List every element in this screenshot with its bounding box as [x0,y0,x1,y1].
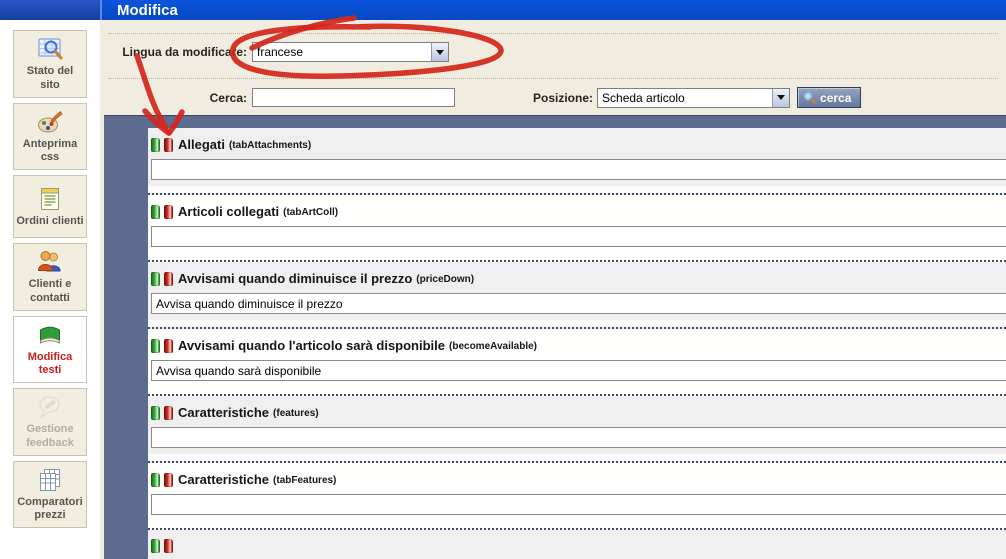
search-input[interactable] [252,88,455,107]
row-label: Allegati (tabAttachments) [151,137,1006,152]
green-book-flag-icon [151,472,160,487]
row-title: Articoli collegati [178,204,280,219]
green-book-icon [36,321,64,349]
translation-input[interactable] [151,159,1006,180]
translation-input[interactable] [151,427,1006,448]
position-label: Posizione: [533,90,594,105]
translation-input[interactable] [151,226,1006,247]
row-label: Caratteristiche (features) [151,405,1006,420]
green-book-flag-icon [151,539,160,553]
site-status-icon [36,35,64,63]
sidebar-item-stato-del-sito[interactable]: Stato del sito [13,30,87,98]
sidebar-item-ordini-clienti[interactable]: Ordini clienti [13,175,87,238]
row-code: (tabAttachments) [228,140,312,151]
sidebar-item-label: Stato del sito [26,65,74,91]
sidebar-header-bar [0,0,100,20]
row-code: (features) [273,408,319,419]
search-button[interactable]: cerca [797,87,862,108]
text-entry-row: Articoli collegati (tabArtColl) [148,195,1006,262]
red-book-flag-icon [164,137,173,152]
row-label: Avvisami quando diminuisce il prezzo (pr… [151,271,1006,286]
row-label [151,539,1006,553]
page-title: Modifica [117,1,178,19]
row-title: Allegati [178,137,225,152]
orders-icon [36,185,64,213]
row-title: Caratteristiche [178,405,270,420]
sidebar-item-label: Modifica testi [27,350,73,377]
red-book-flag-icon [164,472,173,487]
text-entry-row: Avvisami quando l'articolo sarà disponib… [148,329,1006,396]
sidebar-item-label: Gestione feedback [26,423,74,449]
text-entry-row: Caratteristiche (features) [148,396,1006,463]
page-header: Modifica [100,0,1006,20]
chevron-down-icon [436,49,444,55]
text-entry-row: Avvisami quando diminuisce il prezzo (pr… [148,262,1006,329]
sidebar-item-comparatori-prezzi[interactable]: Comparatori prezzi [13,460,87,528]
price-grid-icon [36,466,64,494]
language-label: Lingua da modificare: [122,45,247,59]
translation-input[interactable] [151,293,1006,314]
sidebar-item-label: Ordini clienti [16,214,84,227]
row-label: Articoli collegati (tabArtColl) [151,204,1006,219]
toolbar: Lingua da modificare: francese Cerca: Po… [100,33,1006,108]
row-code: (becomeAvailable) [449,341,538,352]
contacts-icon [36,248,64,276]
row-title: Avvisami quando diminuisce il prezzo [178,271,413,286]
green-book-flag-icon [151,137,160,152]
row-label: Caratteristiche (tabFeatures) [151,472,1006,487]
sidebar: Stato del sito Anteprima css Ordini clie… [0,0,100,559]
text-entry-row [148,530,1006,559]
sidebar-item-label: Clienti e contatti [28,278,72,304]
translation-input[interactable] [151,494,1006,515]
chevron-down-icon [777,95,786,100]
css-preview-icon [36,108,64,136]
sidebar-item-anteprima-css[interactable]: Anteprima css [13,102,87,170]
sidebar-item-gestione-feedback[interactable]: Gestione feedback [13,388,87,456]
search-button-label: cerca [820,90,852,105]
position-selected-value: Scheda articolo [602,90,685,105]
row-code: (tabFeatures) [273,475,337,486]
red-book-flag-icon [164,405,173,420]
text-entry-row: Caratteristiche (tabFeatures) [148,463,1006,530]
red-book-flag-icon [164,539,173,553]
green-book-flag-icon [151,338,160,353]
text-entry-row: Allegati (tabAttachments) [148,128,1006,195]
position-dropdown-button[interactable] [772,88,790,107]
main-panel: Modifica Lingua da modificare: francese … [100,0,1006,559]
search-icon [803,91,816,104]
search-label: Cerca: [209,90,247,105]
row-title: Avvisami quando l'articolo sarà disponib… [178,338,446,353]
text-entries-list: Allegati (tabAttachments) Articoli colle… [104,115,1006,559]
red-book-flag-icon [164,204,173,219]
language-dropdown-button[interactable] [431,43,448,61]
row-code: (tabArtColl) [283,207,339,218]
sidebar-item-clienti-e-contatti[interactable]: Clienti e contatti [13,243,87,311]
language-row: Lingua da modificare: francese [108,33,998,62]
translation-input[interactable] [151,360,1006,381]
sidebar-item-modifica-testi[interactable]: Modifica testi [13,315,87,383]
sidebar-item-label: Anteprima css [22,137,78,164]
green-book-flag-icon [151,405,160,420]
feedback-icon [36,393,64,421]
row-label: Avvisami quando l'articolo sarà disponib… [151,338,1006,353]
search-row: Cerca: Posizione: Scheda articolo cerca [108,78,998,108]
language-selected-value: francese [257,45,304,59]
green-book-flag-icon [151,271,160,286]
row-title: Caratteristiche [178,472,270,487]
red-book-flag-icon [164,338,173,353]
sidebar-item-label: Comparatori prezzi [17,495,83,522]
language-select[interactable]: francese [252,42,449,62]
sidebar-buttons: Stato del sito Anteprima css Ordini clie… [0,20,100,528]
position-select[interactable]: Scheda articolo [597,87,791,108]
red-book-flag-icon [164,271,173,286]
green-book-flag-icon [151,204,160,219]
row-code: (priceDown) [416,274,475,285]
